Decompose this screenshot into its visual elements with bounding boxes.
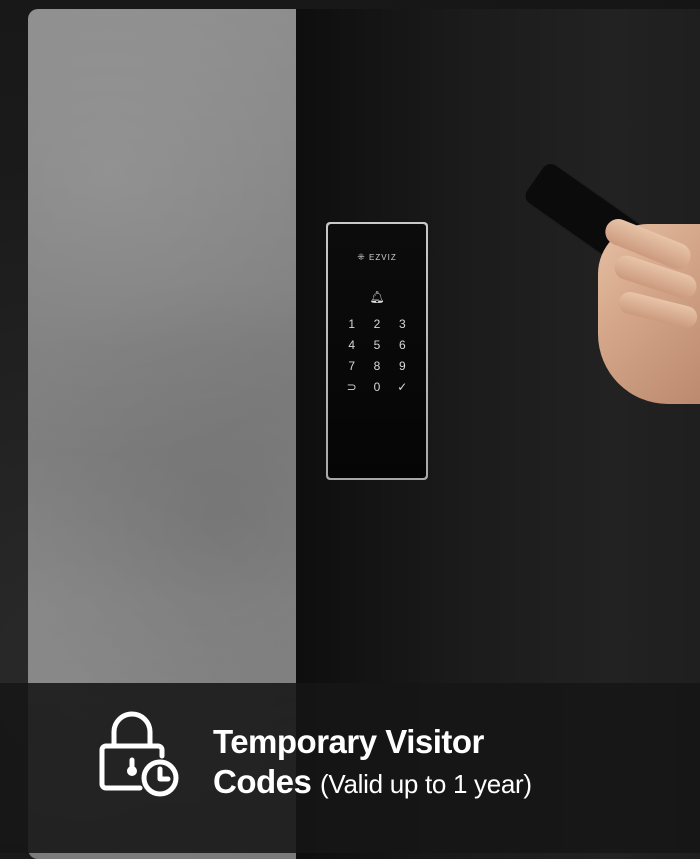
- keypad-device: ⁜ EZVIZ 🔔︎ 1 2 3 4 5 6 7 8 9 ⊃ 0 ✓: [326, 222, 428, 480]
- keypad-keys: 1 2 3 4 5 6 7 8 9 ⊃ 0 ✓: [339, 317, 415, 394]
- bell-icon: 🔔︎: [369, 290, 385, 304]
- brand-text: EZVIZ: [369, 253, 397, 262]
- keypad-key: 8: [373, 359, 381, 373]
- keypad-face: ⁜ EZVIZ 🔔︎ 1 2 3 4 5 6 7 8 9 ⊃ 0 ✓: [328, 224, 426, 478]
- keypad-key: 0: [373, 380, 381, 394]
- caption-subtitle: (Valid up to 1 year): [320, 769, 532, 799]
- keypad-key: 3: [398, 317, 406, 331]
- keypad-key: 1: [348, 317, 355, 331]
- keypad-key: 2: [373, 317, 381, 331]
- brand-logo: ⁜ EZVIZ: [328, 252, 426, 263]
- keypad-key: 4: [348, 338, 355, 352]
- keypad-key: 6: [398, 338, 406, 352]
- caption-title-line2: Codes: [213, 763, 312, 800]
- keypad-key: ✓: [397, 380, 408, 394]
- keypad-key: ⊃: [346, 380, 357, 394]
- keypad-key: 7: [348, 359, 355, 373]
- caption-title: Temporary Visitor Codes (Valid up to 1 y…: [213, 722, 532, 804]
- keypad-key: 5: [373, 338, 381, 352]
- ezviz-logo-icon: ⁜: [357, 252, 366, 262]
- lock-clock-icon: [99, 711, 179, 797]
- caption-title-line1: Temporary Visitor: [213, 723, 484, 760]
- keypad-key: 9: [398, 359, 406, 373]
